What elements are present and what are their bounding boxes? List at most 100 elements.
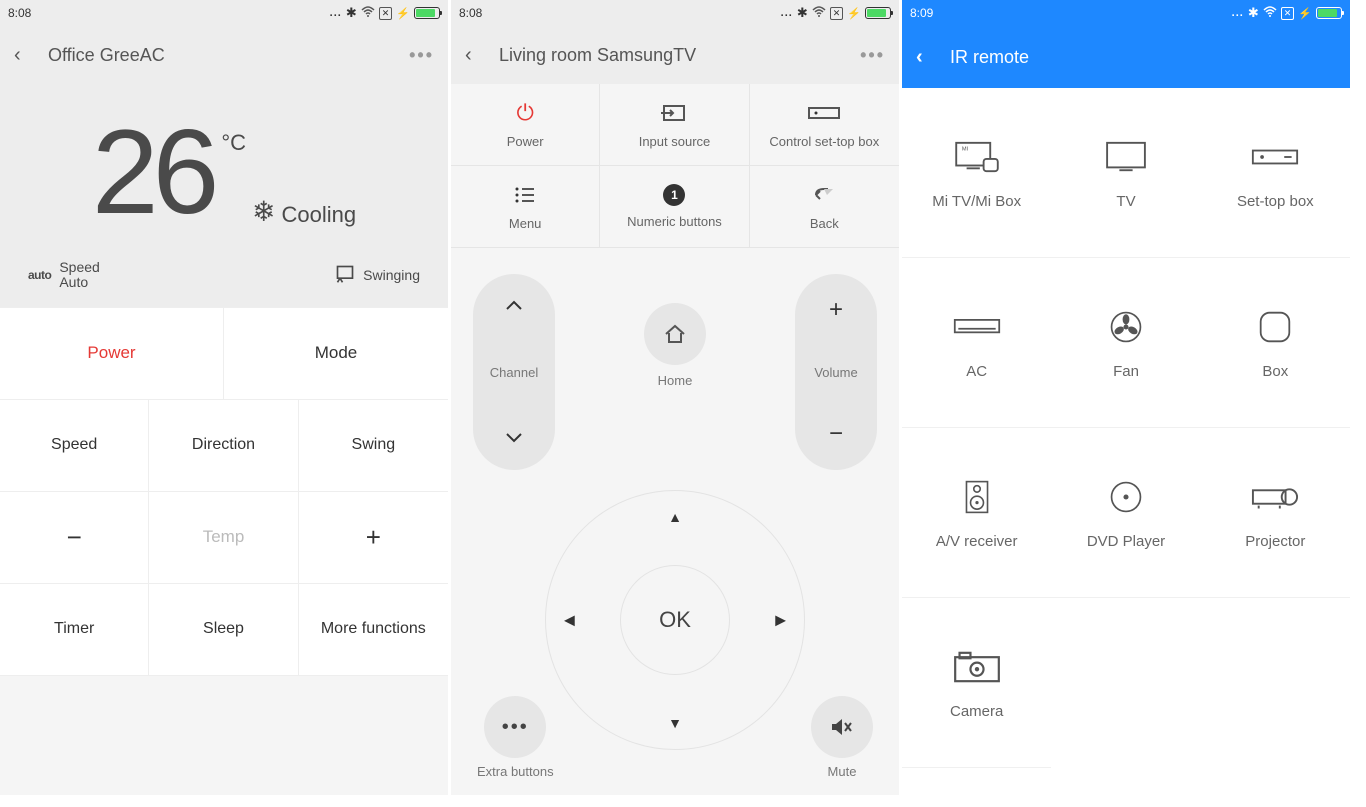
dpad-right-button[interactable]: ▶: [775, 612, 786, 629]
swing-label: Swinging: [363, 267, 420, 283]
volume-rocker: + Volume −: [795, 274, 877, 470]
device-label: Mi TV/Mi Box: [932, 193, 1021, 210]
stb-button[interactable]: Control set-top box: [750, 84, 899, 166]
device-camera[interactable]: Camera: [902, 598, 1051, 768]
status-icons: ... ✱ ✕ ⚡: [781, 5, 891, 21]
av-icon: [953, 475, 1001, 519]
speed-status: auto Speed Auto: [28, 260, 100, 291]
back-button[interactable]: ‹: [916, 46, 944, 69]
input-source-button[interactable]: Input source: [600, 84, 749, 166]
direction-button[interactable]: Direction: [149, 400, 298, 492]
title-bar: ‹ IR remote: [902, 26, 1350, 88]
power-icon: ⏻: [516, 100, 533, 126]
bluetooth-icon: ✱: [797, 5, 808, 21]
more-button[interactable]: •••: [404, 45, 434, 66]
device-box[interactable]: Box: [1201, 258, 1350, 428]
device-stb[interactable]: Set-top box: [1201, 88, 1350, 258]
mute-section: Mute: [811, 696, 873, 779]
numeric-label: Numeric buttons: [627, 214, 722, 229]
mitv-icon: MI: [953, 135, 1001, 179]
back-remote-button[interactable]: Back: [750, 166, 899, 248]
home-label: Home: [658, 373, 693, 388]
swing-button[interactable]: Swing: [299, 400, 448, 492]
channel-rocker: Channel: [473, 274, 555, 470]
stb-icon: [808, 100, 840, 126]
temperature-value: 26: [92, 112, 213, 232]
device-ac[interactable]: AC: [902, 258, 1051, 428]
sleep-button[interactable]: Sleep: [149, 584, 298, 676]
timer-button[interactable]: Timer: [0, 584, 149, 676]
channel-down-button[interactable]: [505, 427, 523, 448]
signal-icon: ...: [781, 7, 793, 19]
battery-x-icon: ✕: [379, 7, 393, 20]
ok-button[interactable]: OK: [620, 565, 730, 675]
device-tv[interactable]: TV: [1051, 88, 1200, 258]
device-fan[interactable]: Fan: [1051, 258, 1200, 428]
mode-button[interactable]: Mode: [224, 308, 448, 400]
speed-button[interactable]: Speed: [0, 400, 149, 492]
device-label: Box: [1262, 363, 1288, 380]
device-label: A/V receiver: [936, 533, 1018, 550]
svg-text:MI: MI: [962, 146, 969, 152]
title-bar: ‹ Office GreeAC •••: [0, 26, 448, 84]
temp-down-button[interactable]: −: [0, 492, 149, 584]
dpad-up-button[interactable]: ▲: [668, 509, 682, 525]
tv-icon: [1102, 135, 1150, 179]
mute-label: Mute: [828, 764, 857, 779]
temp-up-button[interactable]: +: [299, 492, 448, 584]
device-mitv[interactable]: MI Mi TV/Mi Box: [902, 88, 1051, 258]
more-button[interactable]: •••: [855, 45, 885, 66]
charge-icon: ⚡: [847, 7, 861, 20]
device-projector[interactable]: Projector: [1201, 428, 1350, 598]
status-bar: 8:09 ... ✱ ✕ ⚡: [902, 0, 1350, 26]
phone-ir-device-list: 8:09 ... ✱ ✕ ⚡ ‹ IR remote MI Mi TV/Mi B…: [902, 0, 1353, 795]
device-dvd[interactable]: DVD Player: [1051, 428, 1200, 598]
wifi-icon: [1263, 6, 1277, 21]
swing-status: Swinging: [335, 264, 420, 287]
status-bar: 8:08 ... ✱ ✕ ⚡: [451, 0, 899, 26]
status-time: 8:08: [8, 6, 31, 20]
dpad-left-button[interactable]: ◀: [564, 612, 575, 629]
signal-icon: ...: [1232, 7, 1244, 19]
mute-button[interactable]: [811, 696, 873, 758]
bluetooth-icon: ✱: [346, 5, 357, 21]
volume-up-button[interactable]: +: [829, 296, 843, 324]
power-button[interactable]: Power: [0, 308, 224, 400]
page-title: IR remote: [950, 47, 1336, 68]
volume-down-button[interactable]: −: [829, 420, 843, 448]
battery-icon: [1316, 7, 1342, 19]
phone-ac-remote: 8:08 ... ✱ ✕ ⚡ ‹ Office GreeAC ••• 26 °C…: [0, 0, 451, 795]
numeric-button[interactable]: 1 Numeric buttons: [600, 166, 749, 248]
extra-buttons-button[interactable]: •••: [484, 696, 546, 758]
ac-icon: [953, 305, 1001, 349]
fan-icon: [1102, 305, 1150, 349]
mode-label: Cooling: [282, 202, 357, 228]
device-av[interactable]: A/V receiver: [902, 428, 1051, 598]
device-label: Fan: [1113, 363, 1139, 380]
page-title: Office GreeAC: [48, 45, 404, 66]
extra-buttons-section: ••• Extra buttons: [477, 696, 554, 779]
battery-icon: [414, 7, 440, 19]
input-label: Input source: [639, 134, 711, 149]
auto-icon: auto: [28, 268, 51, 282]
charge-icon: ⚡: [1298, 7, 1312, 20]
power-label: Power: [507, 134, 544, 149]
device-label: AC: [966, 363, 987, 380]
battery-icon: [865, 7, 891, 19]
swing-icon: [335, 264, 355, 287]
status-icons: ... ✱ ✕ ⚡: [330, 5, 440, 21]
more-functions-button[interactable]: More functions: [299, 584, 448, 676]
power-button[interactable]: ⏻ Power: [451, 84, 600, 166]
temp-label: Temp: [149, 492, 298, 584]
menu-button[interactable]: Menu: [451, 166, 600, 248]
back-arrow-icon: [813, 182, 835, 208]
home-button[interactable]: [644, 303, 706, 365]
channel-up-button[interactable]: [505, 296, 523, 317]
wifi-icon: [812, 6, 826, 21]
dvd-icon: [1102, 475, 1150, 519]
status-icons: ... ✱ ✕ ⚡: [1232, 5, 1342, 21]
back-button[interactable]: ‹: [465, 44, 493, 67]
back-button[interactable]: ‹: [14, 44, 42, 67]
battery-x-icon: ✕: [830, 7, 844, 20]
wifi-icon: [361, 6, 375, 21]
